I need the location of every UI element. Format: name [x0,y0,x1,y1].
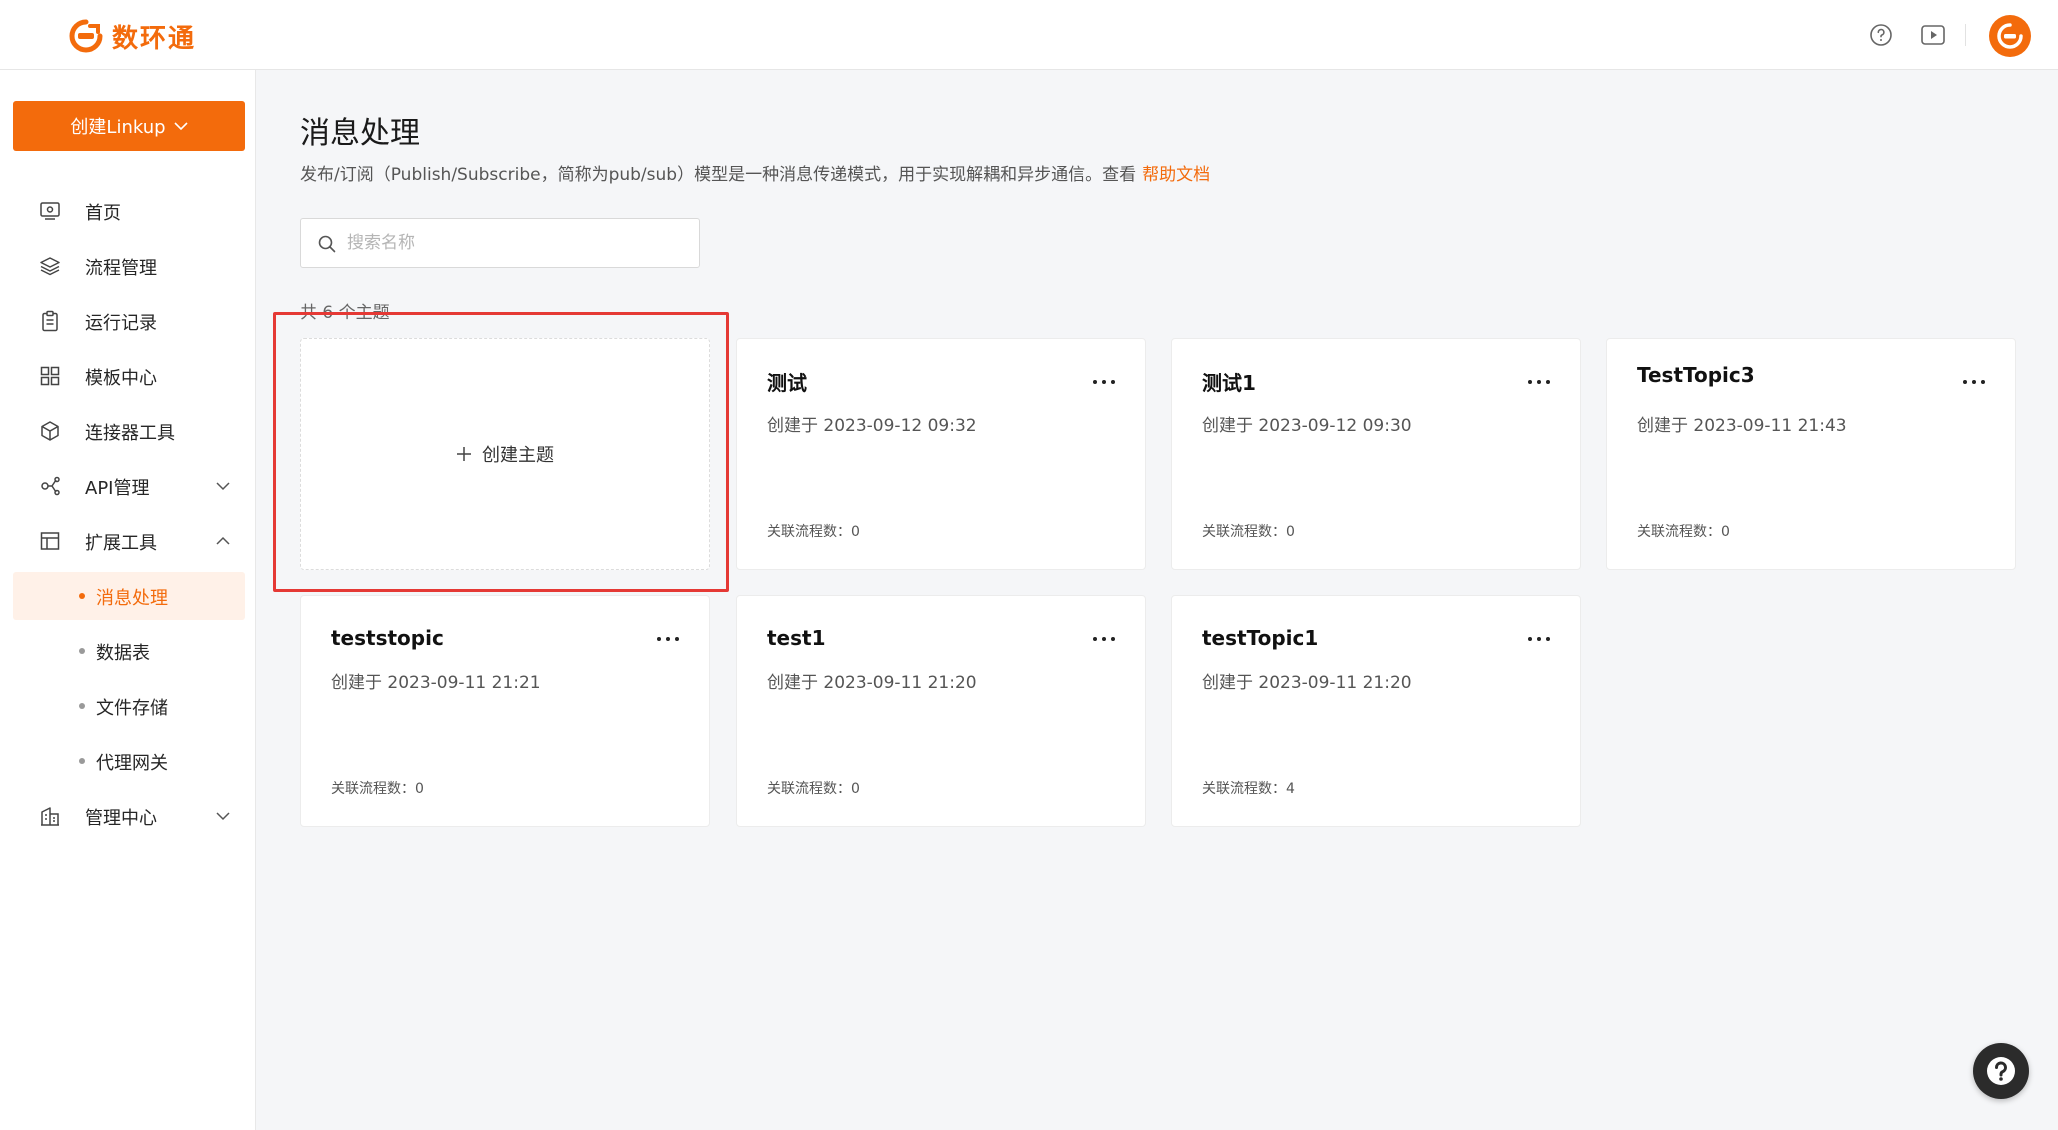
sidebar-item-template-center[interactable]: 模板中心 [13,352,245,400]
api-icon [41,476,60,496]
topic-flow-count: 关联流程数：0 [767,524,860,540]
sidebar-subitem-label: 文件存储 [96,698,168,719]
sidebar-item-label: 运行记录 [85,313,157,334]
topic-name: teststopic [331,626,444,650]
description-text: 发布/订阅（Publish/Subscribe，简称为pub/sub）模型是一种… [300,165,1137,185]
page-title: 消息处理 [300,116,420,151]
sidebar-subitem-proxy-gateway[interactable]: 代理网关 [13,737,245,785]
topic-card[interactable]: 测试1 创建于 2023-09-12 09:30 关联流程数：0 [1171,338,1581,570]
bullet-dot [79,648,85,654]
topic-created: 创建于 2023-09-12 09:30 [1202,416,1412,436]
logo[interactable]: 数环通 [68,16,196,56]
video-play-icon[interactable] [1920,22,1946,48]
sidebar-item-label: 扩展工具 [85,533,157,554]
sidebar-item-label: 流程管理 [85,258,157,279]
more-icon[interactable] [1528,632,1550,646]
create-linkup-button[interactable]: 创建Linkup [13,101,245,151]
more-icon[interactable] [657,632,679,646]
sidebar-item-api-management[interactable]: API管理 [13,462,245,510]
topic-created: 创建于 2023-09-11 21:20 [767,673,977,693]
logo-text: 数环通 [112,23,197,54]
question-icon [1987,1057,2015,1085]
sidebar-subitem-file-storage[interactable]: 文件存储 [13,682,245,730]
help-fab-button[interactable] [1973,1043,2029,1099]
chevron-up-icon [216,536,230,545]
chevron-down-icon [216,812,230,821]
topic-name: TestTopic3 [1637,363,1755,387]
sidebar-subitem-message-processing[interactable]: 消息处理 [13,572,245,620]
sidebar-subitem-label: 代理网关 [96,753,168,774]
bullet-dot [79,703,85,709]
header-divider [1965,24,1966,46]
sidebar-subitem-data-table[interactable]: 数据表 [13,627,245,675]
topic-flow-count: 关联流程数：0 [331,781,424,797]
create-topic-card[interactable]: 创建主题 [300,338,710,570]
bullet-dot [79,758,85,764]
grid-icon [40,366,60,386]
more-icon[interactable] [1963,375,1985,389]
monitor-icon [40,202,60,220]
sidebar-item-connector-tools[interactable]: 连接器工具 [13,407,245,455]
sidebar-subitem-label: 数据表 [96,643,150,664]
topic-created: 创建于 2023-09-11 21:20 [1202,673,1412,693]
create-linkup-label: 创建Linkup [70,117,166,138]
topic-name: 测试 [767,371,807,395]
more-icon[interactable] [1093,632,1115,646]
sidebar-item-label: 管理中心 [85,808,157,829]
sidebar-item-run-records[interactable]: 运行记录 [13,297,245,345]
topic-card[interactable]: 测试 创建于 2023-09-12 09:32 关联流程数：0 [736,338,1146,570]
topic-flow-count: 关联流程数：0 [767,781,860,797]
sidebar: 创建Linkup 首页 流程管理 运行记录 模板中心 连接器工具 API管理 扩… [0,70,256,1130]
layers-icon [40,257,60,276]
plus-icon [457,447,471,461]
building-icon [41,807,59,826]
search-box [300,218,700,268]
logo-icon [69,19,103,53]
avatar[interactable] [1989,15,2031,57]
topic-card[interactable]: teststopic 创建于 2023-09-11 21:21 关联流程数：0 [300,595,710,827]
sidebar-item-admin-center[interactable]: 管理中心 [13,792,245,840]
search-icon [318,235,336,253]
topic-flow-count: 关联流程数：0 [1637,524,1730,540]
sidebar-item-label: 首页 [85,203,121,224]
layout-icon [40,532,60,550]
topic-name: test1 [767,626,826,650]
more-icon[interactable] [1093,375,1115,389]
help-doc-link[interactable]: 帮助文档 [1142,165,1210,185]
top-header: 数环通 [0,0,2058,70]
topic-created: 创建于 2023-09-11 21:43 [1637,416,1847,436]
topic-created: 创建于 2023-09-12 09:32 [767,416,977,436]
chevron-down-icon [174,122,188,131]
sidebar-item-extension-tools[interactable]: 扩展工具 [13,517,245,565]
topic-flow-count: 关联流程数：4 [1202,781,1295,797]
topic-name: 测试1 [1202,371,1256,395]
sidebar-subitem-label: 消息处理 [96,588,168,609]
topic-count: 共 6 个主题 [300,303,390,323]
help-circle-icon[interactable] [1868,22,1894,48]
topic-card[interactable]: test1 创建于 2023-09-11 21:20 关联流程数：0 [736,595,1146,827]
create-topic-label: 创建主题 [482,445,554,466]
sidebar-item-label: 模板中心 [85,368,157,389]
topic-flow-count: 关联流程数：0 [1202,524,1295,540]
sidebar-item-label: API管理 [85,478,150,499]
bullet-dot [79,593,85,599]
page-description: 发布/订阅（Publish/Subscribe，简称为pub/sub）模型是一种… [300,160,1210,185]
topic-card[interactable]: TestTopic3 创建于 2023-09-11 21:43 关联流程数：0 [1606,338,2016,570]
clipboard-icon [42,310,58,332]
search-input[interactable] [347,229,677,257]
topic-name: testTopic1 [1202,626,1319,650]
sidebar-item-flow-management[interactable]: 流程管理 [13,242,245,290]
topic-card[interactable]: testTopic1 创建于 2023-09-11 21:20 关联流程数：4 [1171,595,1581,827]
topic-created: 创建于 2023-09-11 21:21 [331,673,541,693]
sidebar-item-label: 连接器工具 [85,423,175,444]
cube-icon [41,421,59,441]
more-icon[interactable] [1528,375,1550,389]
sidebar-item-home[interactable]: 首页 [13,187,245,235]
chevron-down-icon [216,482,230,491]
avatar-logo-icon [1997,23,2023,49]
